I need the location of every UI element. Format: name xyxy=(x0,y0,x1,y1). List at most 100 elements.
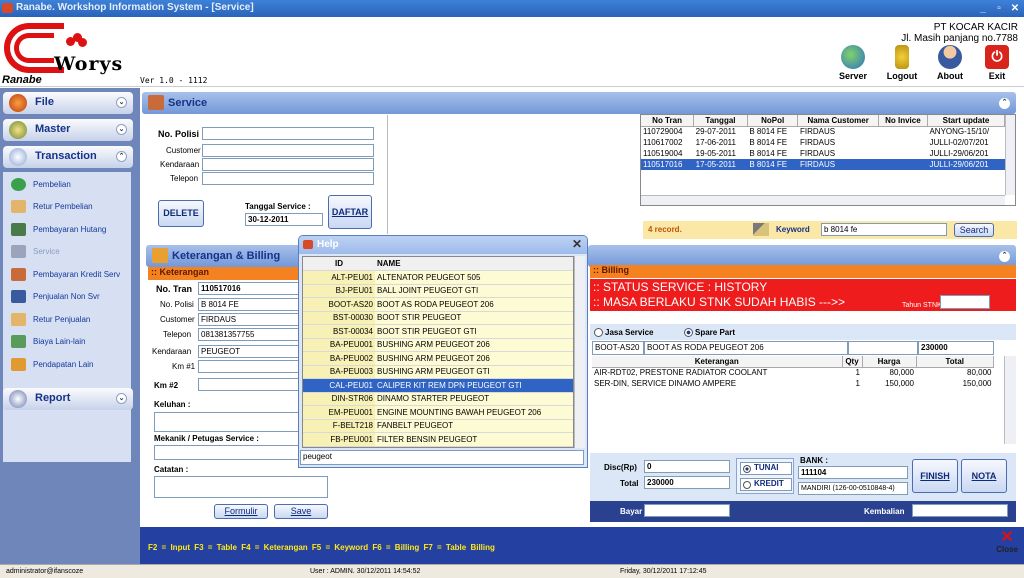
minimize-icon[interactable]: _ xyxy=(976,3,990,15)
sidebar-item-retur-penjualan[interactable]: Retur Penjualan xyxy=(11,313,90,327)
wrench-icon xyxy=(148,95,164,110)
sidebar-item-pendapatan-lain[interactable]: Pendapatan Lain xyxy=(11,358,94,372)
list-item[interactable]: F-BELT218 FANBELT PEUGEOT xyxy=(303,419,573,433)
tunai-option[interactable]: TUNAI xyxy=(740,462,792,475)
help-titlebar: Help ✕ xyxy=(299,236,587,254)
help-scrollbar[interactable] xyxy=(574,256,585,448)
list-item[interactable]: ALT-PEU01 ALTENATOR PEUGEOT 505 xyxy=(303,270,573,285)
service-header: Service ⌃ xyxy=(142,92,1016,114)
kredit-radio[interactable] xyxy=(743,481,751,489)
power-icon: ⏻ xyxy=(985,45,1009,69)
sidebar-item-service[interactable]: Service xyxy=(11,245,60,259)
kredit-option[interactable]: KREDIT xyxy=(740,478,792,491)
status-date: Friday, 30/12/2011 17:12:45 xyxy=(620,568,707,575)
disc-input[interactable]: 0 xyxy=(644,460,730,473)
billing-scrollbar[interactable] xyxy=(1004,356,1016,444)
globe-computer-icon xyxy=(841,45,865,69)
chevron-down-icon: ⌄ xyxy=(116,97,127,108)
tanggal-service-input[interactable]: 30-12-2011 xyxy=(245,213,323,226)
list-item-selected[interactable]: CAL-PEU01 CALIPER KIT REM DPN PEUGEOT GTI xyxy=(303,378,573,393)
horizontal-scrollbar[interactable] xyxy=(641,195,1005,205)
list-item[interactable]: BST-00034 BOOT STIR PEUGEOT GTI xyxy=(303,324,573,339)
jasa-radio[interactable] xyxy=(594,328,603,337)
close-button[interactable]: ✕ Close xyxy=(996,530,1018,555)
daftar-button[interactable]: DAFTAR xyxy=(328,195,372,229)
keyword-input[interactable]: b 8014 fe xyxy=(821,223,947,236)
finish-button[interactable]: FINISH xyxy=(912,459,958,493)
sidebar-section-master[interactable]: Master ⌄ xyxy=(3,119,133,141)
save-button[interactable]: Save xyxy=(274,504,328,519)
exit-button[interactable]: ⏻ Exit xyxy=(974,45,1020,81)
list-item[interactable]: BST-00030 BOOT STIR PEUGEOT xyxy=(303,311,573,325)
list-item[interactable]: BA-PEU002 BUSHING ARM PEUGEOT 206 xyxy=(303,351,573,366)
total-field[interactable]: 230000 xyxy=(644,476,730,489)
about-button[interactable]: About xyxy=(927,45,973,81)
close-icon[interactable]: ✕ xyxy=(1008,3,1022,15)
list-item[interactable]: BA-PEU003 BUSHING ARM PEUGEOT GTI xyxy=(303,365,573,379)
sidebar-item-biaya-lain[interactable]: Biaya Lain-lain xyxy=(11,335,85,349)
sidebar-item-retur-pembelian[interactable]: Retur Pembelian xyxy=(11,200,93,214)
table-row[interactable]: AIR-RDT02, PRESTONE RADIATOR COOLANT 1 80,… xyxy=(592,367,994,378)
table-row[interactable]: 110519004 19-05-2011 B 8014 FE FIRDAUS JULLI… xyxy=(641,148,1005,159)
spare-radio[interactable] xyxy=(684,328,693,337)
billing-type: Jasa Service Spare Part xyxy=(590,324,1016,340)
retur-pembelian-icon xyxy=(11,200,26,213)
bayar-input[interactable] xyxy=(644,504,730,517)
table-row-selected[interactable]: 110517016 17-05-2011 B 8014 FE FIRDAUS JULLI… xyxy=(641,159,1005,170)
item-name-input[interactable]: BOOT AS RODA PEUGEOT 206 xyxy=(644,341,848,355)
sidebar-section-report[interactable]: Report ⌄ xyxy=(3,388,133,410)
list-item[interactable]: EM-PEU001 ENGINE MOUNTING BAWAH PEUGEOT 2… xyxy=(303,405,573,420)
chevron-up-icon[interactable]: ⌃ xyxy=(999,251,1010,262)
bank-code-field[interactable]: 111104 xyxy=(798,466,908,479)
bank-name-field[interactable]: MANDIRI (126-00-0510848-4) xyxy=(798,482,908,495)
money-icon xyxy=(11,223,26,236)
list-item[interactable]: FB-PEU001 FILTER BENSIN PEUGEOT xyxy=(303,432,573,447)
close-icon[interactable]: ✕ xyxy=(572,237,582,251)
sidebar-section-transaction[interactable]: Transaction ⌃ xyxy=(3,146,133,168)
server-button[interactable]: Server xyxy=(830,45,876,81)
item-code-input[interactable]: BOOT-AS20 xyxy=(592,341,644,355)
table-row[interactable]: 110617002 17-06-2011 B 8014 FE FIRDAUS JULLI… xyxy=(641,137,1005,148)
list-item[interactable]: BA-PEU001 BUSHING ARM PEUGEOT 206 xyxy=(303,338,573,352)
formulir-button[interactable]: Formulir xyxy=(214,504,268,519)
search-button[interactable]: Search xyxy=(954,223,994,237)
sidebar-item-pembayaran-hutang[interactable]: Pembayaran Hutang xyxy=(11,223,106,237)
kembalian-field[interactable] xyxy=(912,504,1008,517)
transaction-menu: Pembelian Retur Pembelian Pembayaran Hut… xyxy=(3,172,131,462)
help-table: ID NAME ALT-PEU01 ALTENATOR PEUGEOT 505 BJ… xyxy=(302,256,574,448)
list-item[interactable]: DIN-STR06 DINAMO STARTER PEUGEOT xyxy=(303,392,573,406)
sidebar-item-pembelian[interactable]: Pembelian xyxy=(11,178,71,192)
restore-icon[interactable]: ▫ xyxy=(992,3,1006,15)
status-bar: administrator@ifanscoze User : ADMIN. 30… xyxy=(0,564,1024,578)
qty-input[interactable] xyxy=(848,341,918,355)
telepon-field[interactable] xyxy=(202,172,374,185)
status-user: User : ADMIN. 30/12/2011 14:54:52 xyxy=(310,568,421,575)
delete-button[interactable]: DELETE xyxy=(158,200,204,227)
price-input[interactable]: 230000 xyxy=(918,341,994,355)
pencil-icon xyxy=(152,248,168,263)
customer-field[interactable] xyxy=(202,144,374,157)
table-row[interactable]: 110729004 29-07-2011 B 8014 FE FIRDAUS ANYON… xyxy=(641,126,1005,137)
sidebar-item-penjualan-non-svr[interactable]: Penjualan Non Svr xyxy=(11,290,100,304)
table-row[interactable]: SER-DIN, SERVICE DINAMO AMPERE 1 150,000 15… xyxy=(592,378,994,389)
list-item[interactable]: BJ-PEU01 BALL JOINT PEUGEOT GTI xyxy=(303,284,573,298)
no-polisi-input[interactable] xyxy=(202,127,374,140)
sidebar-section-file[interactable]: File ⌄ xyxy=(3,92,133,114)
logout-button[interactable]: Logout xyxy=(879,45,925,81)
title-bar: Ranabe. Workshop Information System - [S… xyxy=(0,0,1024,17)
nota-button[interactable]: NOTA xyxy=(961,459,1007,493)
person-icon xyxy=(938,45,962,69)
keys-icon xyxy=(895,45,909,69)
tunai-radio[interactable] xyxy=(743,465,751,473)
list-item[interactable]: BOOT-AS20 BOOT AS RODA PEUGEOT 206 xyxy=(303,297,573,312)
billing-header: ⌃ xyxy=(588,245,1016,267)
catatan-field[interactable] xyxy=(154,476,328,498)
chevron-up-icon[interactable]: ⌃ xyxy=(999,98,1010,109)
status-email: administrator@ifanscoze xyxy=(6,568,84,575)
help-search-input[interactable]: peugeot xyxy=(300,450,584,465)
tahun-stnk-field[interactable] xyxy=(940,295,990,309)
app-icon xyxy=(2,3,13,13)
sidebar-item-pembayaran-kredit[interactable]: Pembayaran Kredit Serv xyxy=(11,268,120,282)
kendaraan-field[interactable] xyxy=(202,158,374,171)
vertical-scrollbar[interactable] xyxy=(1005,115,1015,195)
